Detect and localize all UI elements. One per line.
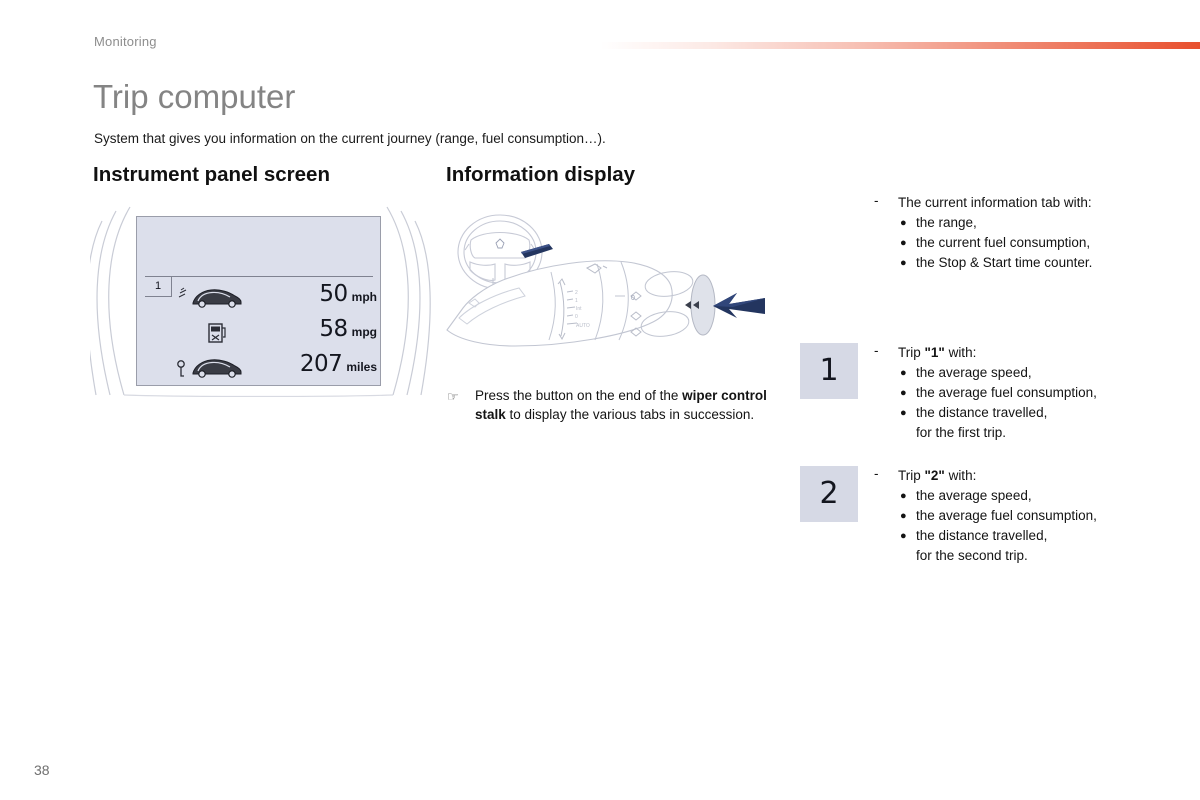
heading-instrument-panel-screen: Instrument panel screen	[93, 163, 330, 186]
screen-rows: 50 mph 58 mpg 207 miles	[137, 281, 382, 385]
list-item-label: the distance travelled,	[916, 528, 1048, 543]
list-item: ●for the first trip.	[898, 423, 1148, 443]
bullet-dot-icon: ●	[900, 510, 907, 522]
bullet-dot-icon: ●	[900, 407, 907, 419]
block-title-pre: Trip	[898, 468, 925, 483]
fuel-pump-icon	[175, 316, 247, 350]
screen-row-unit: miles	[346, 360, 377, 374]
screen-row: 207 miles	[137, 351, 382, 385]
page-number: 38	[34, 762, 50, 778]
list-item-label: the average speed,	[916, 365, 1032, 380]
bullet-dot-icon: ●	[900, 387, 907, 399]
screen-row: 58 mpg	[137, 316, 382, 350]
screen-row-value: 58 mpg	[255, 316, 377, 350]
caption-part2: to display the various tabs in successio…	[505, 407, 755, 422]
list-item-label: the average speed,	[916, 488, 1032, 503]
list-item: ● the average speed,	[898, 363, 1148, 383]
list-item-label: for the second trip.	[916, 548, 1028, 563]
list-item-label: the distance travelled,	[916, 405, 1048, 420]
wiper-stalk-figure: 2 1 Int 0 AUTO 0	[445, 200, 775, 380]
section-label: Monitoring	[94, 34, 157, 49]
list-item: ● the average fuel consumption,	[898, 383, 1148, 403]
list-item: ●for the second trip.	[898, 546, 1148, 566]
screen-row-unit: mpg	[351, 325, 377, 339]
screen-row-value: 207 miles	[255, 351, 377, 385]
wiper-control-stalk	[446, 260, 673, 347]
block-title: Trip "1" with:	[898, 343, 1148, 363]
svg-text:0: 0	[631, 295, 635, 302]
car-average-speed-icon	[175, 281, 247, 315]
trip-badge-2: 2	[800, 466, 858, 522]
block-title-post: The current information tab with:	[898, 195, 1092, 210]
svg-text:0: 0	[575, 314, 578, 320]
svg-text:Int: Int	[576, 306, 582, 312]
car-range-key-icon	[175, 351, 247, 385]
block-bullet-list: ● the average speed, ● the average fuel co…	[898, 486, 1148, 566]
press-direction-arrow	[713, 293, 765, 318]
block-body: Trip "1" with: ● the average speed, ● the …	[898, 343, 1148, 443]
list-item-label: the Stop & Start time counter.	[916, 255, 1093, 270]
svg-text:AUTO: AUTO	[576, 323, 590, 329]
trip-badge-1: 1	[800, 343, 858, 399]
page-title: Trip computer	[93, 78, 296, 115]
block-body: Trip "2" with: ● the average speed, ● the …	[898, 466, 1148, 566]
bullet-dot-icon: ●	[900, 217, 907, 229]
svg-text:1: 1	[575, 298, 578, 304]
block-body: The current information tab with: ● the r…	[898, 193, 1148, 273]
block-title-bold: "2"	[924, 468, 945, 483]
steering-wheel-stalk	[521, 244, 553, 258]
list-item-label: for the first trip.	[916, 425, 1007, 440]
list-item: ● the range,	[898, 213, 1148, 233]
caption-part1: Press the button on the end of the	[475, 388, 683, 403]
block-dash: -	[874, 343, 879, 358]
bullet-dot-icon: ●	[900, 237, 907, 249]
bullet-dot-icon: ●	[900, 367, 907, 379]
screen-row-number: 58	[319, 316, 348, 342]
block-dash: -	[874, 193, 879, 208]
screen-row: 50 mph	[137, 281, 382, 315]
bullet-dot-icon: ●	[900, 257, 907, 269]
block-dash: -	[874, 466, 879, 481]
block-bullet-list: ● the average speed, ● the average fuel co…	[898, 363, 1148, 443]
block-title-bold: "1"	[924, 345, 945, 360]
block-title: Trip "2" with:	[898, 466, 1148, 486]
list-item-label: the range,	[916, 215, 977, 230]
screen-row-value: 50 mph	[255, 281, 377, 315]
block-title-pre: Trip	[898, 345, 925, 360]
list-item: ● the Stop & Start time counter.	[898, 253, 1148, 273]
screen-row-unit: mph	[351, 290, 377, 304]
list-item: ● the distance travelled,	[898, 403, 1148, 423]
list-item-label: the current fuel consumption,	[916, 235, 1091, 250]
list-item: ● the average fuel consumption,	[898, 506, 1148, 526]
pointing-hand-icon: ☞	[447, 389, 459, 404]
bullet-dot-icon: ●	[900, 530, 907, 542]
list-item-label: the average fuel consumption,	[916, 385, 1097, 400]
list-item-label: the average fuel consumption,	[916, 508, 1097, 523]
stalk-caption: ☞ Press the button on the end of the wip…	[447, 386, 777, 424]
screen-divider	[145, 276, 373, 277]
bullet-dot-icon: ●	[900, 490, 907, 502]
block-title-post: with:	[944, 345, 977, 360]
screen-row-number: 50	[319, 281, 348, 307]
instrument-cluster-figure: 1 50 mph 58 mpg 207 miles	[90, 205, 435, 397]
block-title: The current information tab with:	[898, 193, 1148, 213]
svg-text:2: 2	[575, 290, 578, 296]
screen-row-number: 207	[299, 351, 343, 377]
intro-text: System that gives you information on the…	[94, 131, 606, 146]
accent-rule	[600, 42, 1200, 49]
block-bullet-list: ● the range, ● the current fuel consumptio…	[898, 213, 1148, 273]
list-item: ● the distance travelled,	[898, 526, 1148, 546]
instrument-panel-screen: 1 50 mph 58 mpg 207 miles	[136, 216, 381, 386]
list-item: ● the current fuel consumption,	[898, 233, 1148, 253]
list-item: ● the average speed,	[898, 486, 1148, 506]
stalk-caption-text: Press the button on the end of the wiper…	[475, 386, 777, 424]
block-title-post: with:	[944, 468, 977, 483]
heading-information-display: Information display	[446, 163, 636, 186]
